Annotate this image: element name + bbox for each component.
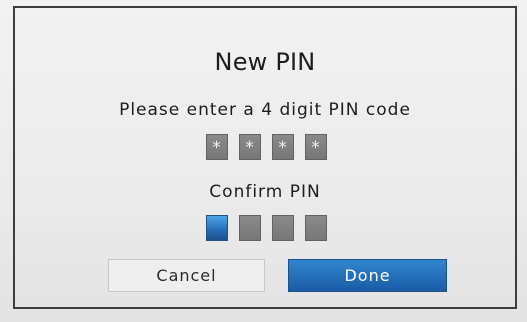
pin-digit-4[interactable]: * (304, 134, 327, 160)
confirm-digit-4[interactable] (304, 215, 327, 241)
confirm-digit-1[interactable] (205, 215, 228, 241)
dialog-title: New PIN (214, 48, 316, 76)
cancel-button[interactable]: Cancel (108, 259, 265, 292)
pin-confirm-row (16, 215, 516, 241)
pin-entry-row: * * * * (16, 134, 516, 160)
done-button[interactable]: Done (288, 259, 447, 292)
pin-digit-1[interactable]: * (205, 134, 228, 160)
enter-pin-prompt: Please enter a 4 digit PIN code (119, 100, 411, 120)
confirm-digit-3[interactable] (271, 215, 294, 241)
new-pin-dialog: New PIN Please enter a 4 digit PIN code … (13, 6, 517, 309)
confirm-digit-2[interactable] (238, 215, 261, 241)
confirm-pin-prompt: Confirm PIN (209, 182, 321, 202)
pin-digit-3[interactable]: * (271, 134, 294, 160)
pin-digit-2[interactable]: * (238, 134, 261, 160)
